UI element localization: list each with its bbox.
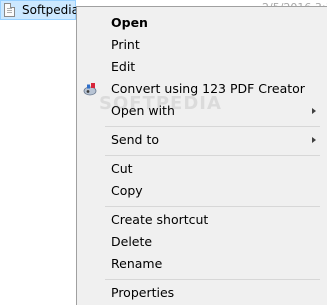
menu-item-label: Open with [111,103,175,118]
menu-item-label: Copy [111,183,143,198]
submenu-arrow-icon [312,108,316,114]
document-icon [4,3,15,17]
menu-item-copy[interactable]: Copy [77,180,327,202]
menu-item-label: Send to [111,132,160,147]
menu-separator [105,279,320,280]
menu-item-cut[interactable]: Cut [77,158,327,180]
menu-item-convert-pdf[interactable]: Convert using 123 PDF Creator [77,78,327,100]
pdf-creator-icon [83,83,97,96]
menu-item-label: Convert using 123 PDF Creator [111,81,305,96]
menu-item-open[interactable]: Open [77,12,327,34]
menu-item-edit[interactable]: Edit [77,56,327,78]
menu-item-properties[interactable]: Properties [77,282,327,304]
menu-item-create-shortcut[interactable]: Create shortcut [77,209,327,231]
menu-item-print[interactable]: Print [77,34,327,56]
menu-item-send-to[interactable]: Send to [77,129,327,151]
menu-item-label: Edit [111,59,136,74]
menu-item-label: Create shortcut [111,212,209,227]
menu-item-label: Print [111,37,140,52]
menu-item-label: Open [111,15,148,30]
menu-item-label: Cut [111,161,133,176]
menu-separator [105,155,320,156]
context-menu: Open Print Edit Convert using 123 PDF Cr… [76,6,327,305]
file-name[interactable]: Softpedia [22,2,79,18]
menu-item-label: Delete [111,234,153,249]
menu-item-label: Rename [111,256,163,271]
submenu-arrow-icon [312,137,316,143]
menu-item-rename[interactable]: Rename [77,253,327,275]
desktop-explorer-area: Softpedia 2/5/2016 3:1 Open Print Edit C… [0,0,327,305]
menu-item-label: Properties [111,285,175,300]
menu-item-delete[interactable]: Delete [77,231,327,253]
menu-separator [105,126,320,127]
menu-separator [105,206,320,207]
menu-item-open-with[interactable]: Open with [77,100,327,122]
